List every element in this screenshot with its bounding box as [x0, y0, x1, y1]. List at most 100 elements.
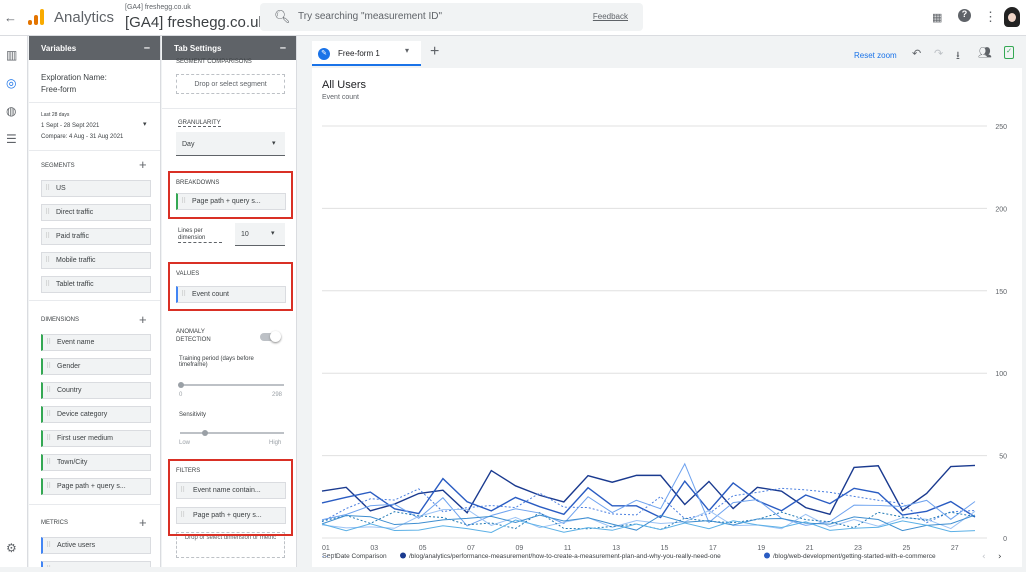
anomaly-toggle[interactable] [260, 331, 281, 342]
search-placeholder[interactable]: Try searching "measurement ID" [298, 11, 442, 22]
x-tick-label: 01 [322, 545, 330, 552]
variables-panel: Variables – Exploration Name: Free-form L… [29, 36, 161, 567]
x-tick-label: 17 [709, 545, 717, 552]
highlight-values [168, 262, 293, 311]
tab-free-form-1[interactable]: ✎ Free-form 1 ▾ [312, 41, 421, 66]
metric-chip[interactable] [41, 561, 151, 567]
redo-icon[interactable]: ↷ [934, 47, 943, 60]
metric-chip[interactable]: Active users [41, 537, 151, 554]
segment-chip[interactable]: Tablet traffic [41, 276, 151, 293]
reports-icon[interactable]: ▥ [6, 48, 17, 62]
tab-settings-title: Tab Settings [174, 44, 222, 53]
dimension-chip[interactable]: Device category [41, 406, 151, 423]
training-slider[interactable] [178, 382, 284, 388]
search-bar[interactable]: 🔍︎ Try searching "measurement ID" Feedba… [260, 3, 643, 31]
help-icon[interactable]: ? [958, 9, 971, 22]
x-tick-label: 21 [806, 545, 814, 552]
more-vert-icon[interactable]: ⋮ [984, 9, 997, 25]
dimension-chip[interactable]: Country [41, 382, 151, 399]
dropdown-arrow-icon: ▾ [272, 140, 276, 147]
y-tick-label: 150 [995, 289, 1007, 296]
lines-per-dimension-label: Lines per dimension [178, 228, 222, 243]
segment-chip[interactable]: Paid traffic [41, 228, 151, 245]
add-dimension-icon[interactable]: + [139, 312, 147, 327]
tab-label: Free-form 1 [338, 49, 380, 58]
compare-range: Compare: 4 Aug - 31 Aug 2021 [41, 134, 124, 140]
configure-icon[interactable]: ☰ [6, 132, 17, 146]
insights-icon[interactable]: ✓ [1004, 46, 1014, 59]
exploration-name-input[interactable]: Free-form [41, 85, 76, 94]
granularity-value: Day [182, 141, 195, 148]
avatar[interactable] [1004, 7, 1020, 27]
x-tick-label: 19 [757, 545, 765, 552]
drop-segment-zone[interactable]: Drop or select segment [176, 74, 285, 94]
segment-chip[interactable]: US [41, 180, 151, 197]
granularity-select[interactable]: Day ▾ [176, 132, 285, 156]
segment-comparisons-heading: SEGMENT COMPARISONS [176, 59, 252, 65]
series-line [321, 462, 976, 527]
left-nav: ▥ ◎ ◍ ☰ ⚙ [0, 36, 28, 567]
y-tick-label: 0 [1003, 536, 1007, 543]
back-arrow-icon[interactable]: ← [4, 10, 17, 25]
apps-grid-icon[interactable]: ▦ [932, 11, 942, 24]
line-chart[interactable]: All UsersEvent count05010015020025001Sep… [312, 68, 1022, 567]
share-icon[interactable]: 👥︎ [978, 46, 992, 59]
add-segment-icon[interactable]: + [139, 157, 147, 172]
variables-title: Variables [41, 44, 77, 53]
dimension-chip[interactable]: First user medium [41, 430, 151, 447]
x-tick-label: 13 [612, 545, 620, 552]
x-tick-label: 15 [661, 545, 669, 552]
x-tick-label: 27 [951, 545, 959, 552]
legend-next-icon: › [998, 552, 1002, 562]
dimension-chip[interactable]: Event name [41, 334, 151, 351]
x-tick-label: 11 [564, 545, 571, 552]
explore-icon[interactable]: ◎ [6, 76, 16, 90]
y-tick-label: 50 [999, 454, 1007, 461]
dimension-chip[interactable]: Gender [41, 358, 151, 375]
dimension-chip[interactable]: Town/City [41, 454, 151, 471]
segment-chip[interactable]: Direct traffic [41, 204, 151, 221]
legend-marker: - - [322, 553, 328, 560]
date-dropdown-icon[interactable]: ▾ [143, 120, 147, 128]
legend-item: Date Comparison [336, 553, 387, 560]
series-line [321, 464, 976, 516]
sensitivity-low: Low [179, 440, 191, 446]
tab-bar: ✎ Free-form 1 ▾ + Reset zoom ↶ ↷ ⭳ 👥︎ ✓ [312, 41, 1022, 66]
undo-icon[interactable]: ↶ [912, 47, 921, 60]
analytics-logo-icon [26, 7, 46, 27]
advertising-icon[interactable]: ◍ [6, 104, 16, 118]
line-chart-icon: ✎ [318, 48, 330, 60]
collapse-icon[interactable]: – [144, 42, 150, 54]
x-tick-label: 03 [370, 545, 378, 552]
y-tick-label: 250 [995, 124, 1007, 131]
feedback-link[interactable]: Feedback [593, 12, 628, 21]
highlight-filters [168, 459, 293, 536]
account-path[interactable]: [GA4] freshegg.co.uk [125, 4, 191, 11]
segment-chip[interactable]: Mobile traffic [41, 252, 151, 269]
reset-zoom-button[interactable]: Reset zoom [854, 51, 897, 60]
lines-per-dimension-select[interactable]: 10 ▾ [235, 223, 285, 246]
granularity-heading: GRANULARITY [178, 120, 221, 127]
y-axis-label: Event count [322, 94, 359, 101]
main-canvas: ✎ Free-form 1 ▾ + Reset zoom ↶ ↷ ⭳ 👥︎ ✓ … [302, 36, 1026, 567]
legend-prev-icon: ‹ [982, 552, 986, 562]
sensitivity-slider[interactable] [180, 430, 284, 436]
chart-card: All Users Event count 0 50 100 150 200 250 01 Sep… [312, 68, 1022, 567]
add-metric-icon[interactable]: + [139, 515, 147, 530]
date-range[interactable]: 1 Sept - 28 Sept 2021 [41, 123, 99, 129]
settings-gear-icon[interactable]: ⚙ [6, 541, 17, 555]
exploration-name-label: Exploration Name: [41, 73, 107, 82]
top-bar: ← Analytics [GA4] freshegg.co.uk [GA4] f… [0, 0, 1026, 36]
account-selector[interactable]: [GA4] freshegg.co.uk [125, 14, 266, 31]
tab-menu-icon[interactable]: ▾ [405, 46, 409, 55]
download-icon[interactable]: ⭳ [956, 47, 960, 66]
sensitivity-label: Sensitivity [179, 412, 207, 418]
add-tab-icon[interactable]: + [430, 43, 439, 61]
training-min: 0 [179, 392, 183, 398]
legend-marker [764, 552, 770, 559]
anomaly-detection-heading: ANOMALY DETECTION [176, 329, 211, 343]
collapse-icon[interactable]: – [280, 42, 286, 54]
search-icon: 🔍︎ [274, 9, 291, 24]
series-line [321, 477, 976, 519]
dimension-chip[interactable]: Page path + query s... [41, 478, 151, 495]
